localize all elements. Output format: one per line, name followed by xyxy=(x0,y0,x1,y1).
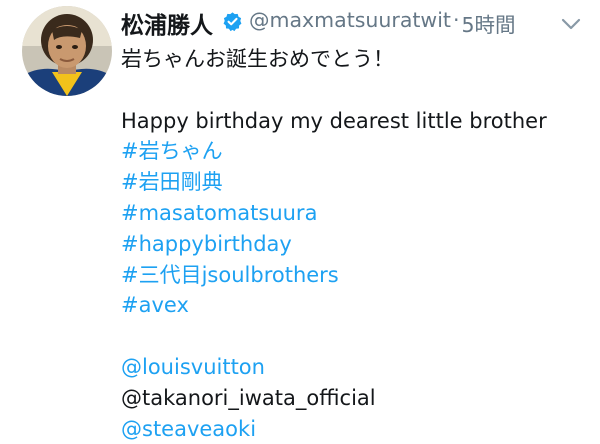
hashtag-link[interactable]: #avex xyxy=(121,290,591,321)
hashtag-link[interactable]: #岩ちゃん xyxy=(121,136,591,167)
tweet-timestamp[interactable]: 5時間 xyxy=(461,8,515,38)
avatar-image xyxy=(22,6,112,96)
hashtag-link[interactable]: #happybirthday xyxy=(121,229,591,260)
hashtag-link[interactable]: #岩田剛典 xyxy=(121,167,591,198)
tweet-text: 岩ちゃんお誕生おめでとう！ Happy birthday my dearest … xyxy=(121,44,591,444)
mention-link[interactable]: @louisvuitton xyxy=(121,352,591,383)
user-handle[interactable]: @maxmatsuuratwit xyxy=(249,8,451,32)
avatar[interactable] xyxy=(22,6,112,96)
tweet-line: Happy birthday my dearest little brother xyxy=(121,108,547,133)
tweet-line: 岩ちゃんお誕生おめでとう！ xyxy=(121,47,394,71)
hashtag-link[interactable]: #三代目jsoulbrothers xyxy=(121,260,591,291)
tweet-header: 松浦勝人 @maxmatsuuratwit · 5時間 xyxy=(121,5,600,40)
hashtag-link[interactable]: #masatomatsuura xyxy=(121,198,591,229)
mention-link[interactable]: @steaveaoki xyxy=(121,414,591,444)
mention-text: @takanori_iwata_official xyxy=(121,385,376,410)
separator-dot: · xyxy=(452,8,460,32)
display-name[interactable]: 松浦勝人 xyxy=(121,6,213,40)
chevron-down-icon[interactable] xyxy=(561,16,581,30)
verified-badge-icon xyxy=(222,11,243,32)
